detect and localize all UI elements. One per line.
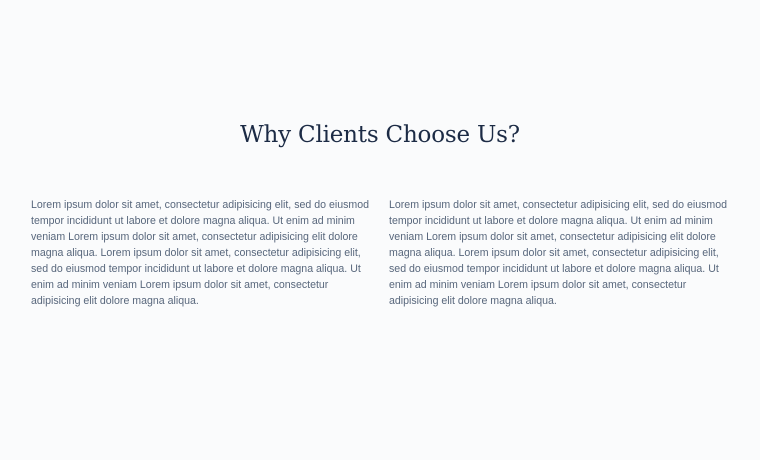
why-choose-us-section: Why Clients Choose Us? Lorem ipsum dolor… — [0, 0, 760, 460]
left-column-text: Lorem ipsum dolor sit amet, consectetur … — [31, 199, 369, 307]
section-heading: Why Clients Choose Us? — [240, 122, 520, 148]
right-column-text: Lorem ipsum dolor sit amet, consectetur … — [389, 199, 727, 307]
